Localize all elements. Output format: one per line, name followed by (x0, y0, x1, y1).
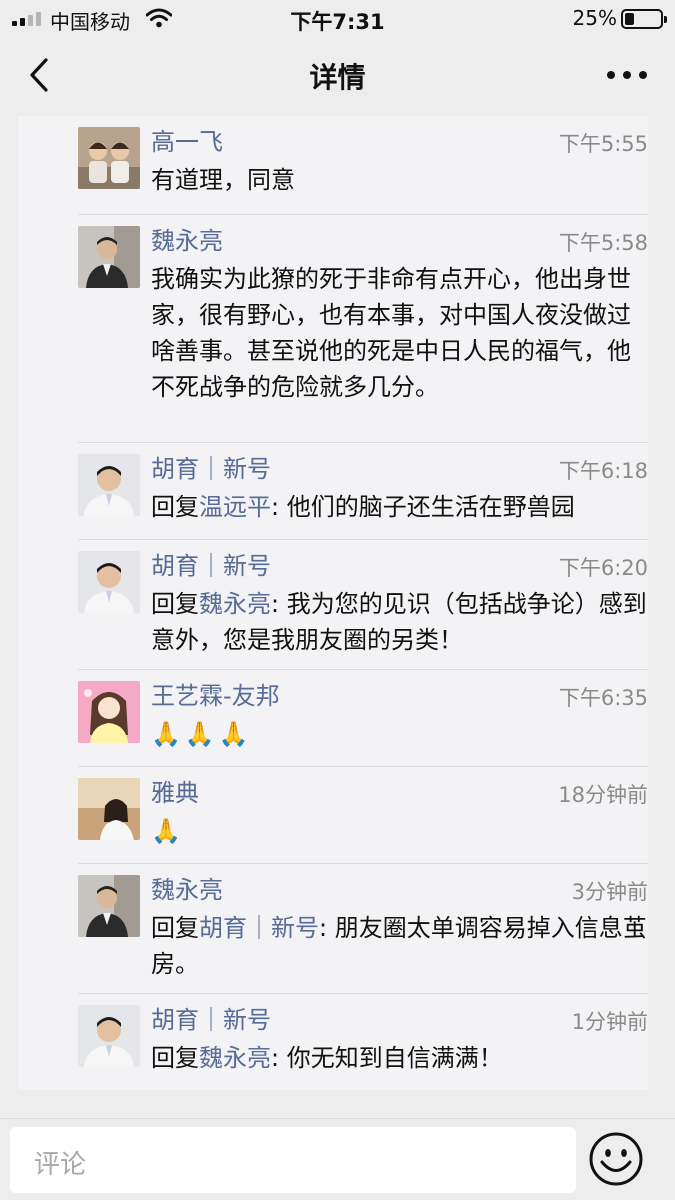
comment-input-bar: 评论 (0, 1118, 675, 1200)
comment-input-placeholder: 评论 (34, 1150, 87, 1180)
reply-to-name[interactable]: 温远平 (199, 493, 271, 521)
carrier-name: 中国移动 (50, 10, 130, 34)
praying-hands-icon: 🙏 (218, 720, 249, 748)
praying-hands-icon: 🙏 (151, 817, 181, 845)
avatar[interactable] (78, 127, 140, 189)
reply-prefix: 回复 (151, 914, 199, 942)
avatar[interactable] (78, 551, 140, 613)
avatar[interactable] (78, 681, 140, 743)
page-title: 详情 (309, 61, 366, 94)
commenter-name[interactable]: 胡育｜新号 (151, 546, 271, 581)
comment-time: 1分钟前 (571, 1010, 648, 1034)
battery-percent: 25% (572, 6, 617, 30)
comment-text: 回复魏永亮: 你无知到自信满满！ (151, 1040, 647, 1076)
comment-time: 下午6:18 (558, 459, 648, 483)
wifi-icon (146, 8, 172, 28)
commenter-name[interactable]: 魏永亮 (151, 870, 223, 905)
status-bar: 中国移动 下午7:31 25% (0, 0, 675, 40)
comment-time: 下午6:35 (558, 686, 648, 710)
reply-to-name[interactable]: 魏永亮 (199, 590, 271, 618)
commenter-name[interactable]: 胡育｜新号 (151, 1000, 271, 1035)
comment-item[interactable]: 胡育｜新号 下午6:18 回复温远平: 他们的脑子还生活在野兽园 (78, 443, 648, 540)
commenter-name[interactable]: 胡育｜新号 (151, 449, 271, 484)
reply-to-name[interactable]: 魏永亮 (199, 1044, 271, 1072)
reply-prefix: 回复 (151, 590, 199, 618)
cellular-signal-icon (12, 10, 44, 26)
comment-text: 🙏 🙏 🙏 (151, 716, 647, 752)
more-options-icon[interactable] (607, 70, 647, 80)
comment-item[interactable]: 雅典 18分钟前 🙏 (78, 767, 648, 864)
avatar[interactable] (78, 226, 140, 288)
comment-time: 18分钟前 (558, 783, 648, 807)
avatar[interactable] (78, 454, 140, 516)
commenter-name[interactable]: 王艺霖-友邦 (151, 676, 280, 711)
comment-time: 下午5:55 (558, 132, 648, 156)
battery-icon (621, 9, 667, 29)
comment-text: 回复魏永亮: 我为您的见识（包括战争论）感到意外，您是我朋友圈的另类！ (151, 586, 647, 658)
comment-item[interactable]: 胡育｜新号 下午6:20 回复魏永亮: 我为您的见识（包括战争论）感到意外，您是… (78, 540, 648, 670)
reply-prefix: 回复 (151, 493, 199, 521)
comment-input[interactable]: 评论 (10, 1127, 576, 1193)
comment-item[interactable]: 王艺霖-友邦 下午6:35 🙏 🙏 🙏 (78, 670, 648, 767)
emoji-icon[interactable] (588, 1131, 644, 1187)
back-icon[interactable] (22, 54, 62, 98)
commenter-name[interactable]: 雅典 (151, 773, 199, 808)
comment-time: 下午6:20 (558, 556, 648, 580)
comment-text: 有道理，同意 (151, 166, 295, 194)
comment-time: 下午5:58 (558, 231, 648, 255)
comment-text: 🙏 (151, 813, 647, 849)
praying-hands-icon: 🙏 (151, 720, 181, 748)
avatar[interactable] (78, 1005, 140, 1067)
avatar[interactable] (78, 778, 140, 840)
comment-item[interactable]: 魏永亮 3分钟前 回复胡育｜新号: 朋友圈太单调容易掉入信息茧房。 (78, 864, 648, 994)
reply-to-name[interactable]: 胡育｜新号 (199, 914, 319, 942)
commenter-name[interactable]: 高一飞 (151, 122, 223, 157)
navigation-bar: 详情 (0, 40, 675, 116)
comment-time: 3分钟前 (571, 880, 648, 904)
commenter-name[interactable]: 魏永亮 (151, 221, 223, 256)
comment-text: 我确实为此獠的死于非命有点开心，他出身世家，很有野心，也有本事，对中国人夜没做过… (151, 265, 631, 401)
comment-item[interactable]: 高一飞 下午5:55 有道理，同意 (78, 116, 648, 215)
comment-text: 回复胡育｜新号: 朋友圈太单调容易掉入信息茧房。 (151, 910, 647, 982)
praying-hands-icon: 🙏 (184, 720, 215, 748)
reply-body: : 他们的脑子还生活在野兽园 (271, 493, 575, 521)
comment-item[interactable]: 魏永亮 下午5:58 我确实为此獠的死于非命有点开心，他出身世家，很有野心，也有… (78, 215, 648, 443)
avatar[interactable] (78, 875, 140, 937)
comment-item[interactable]: 胡育｜新号 1分钟前 回复魏永亮: 你无知到自信满满！ (78, 994, 648, 1090)
reply-prefix: 回复 (151, 1044, 199, 1072)
comment-text: 回复温远平: 他们的脑子还生活在野兽园 (151, 489, 647, 525)
reply-body: : 你无知到自信满满！ (271, 1044, 503, 1072)
comments-panel: 高一飞 下午5:55 有道理，同意 魏永亮 下午5:58 我确实为此獠的死于非命… (18, 116, 648, 1090)
